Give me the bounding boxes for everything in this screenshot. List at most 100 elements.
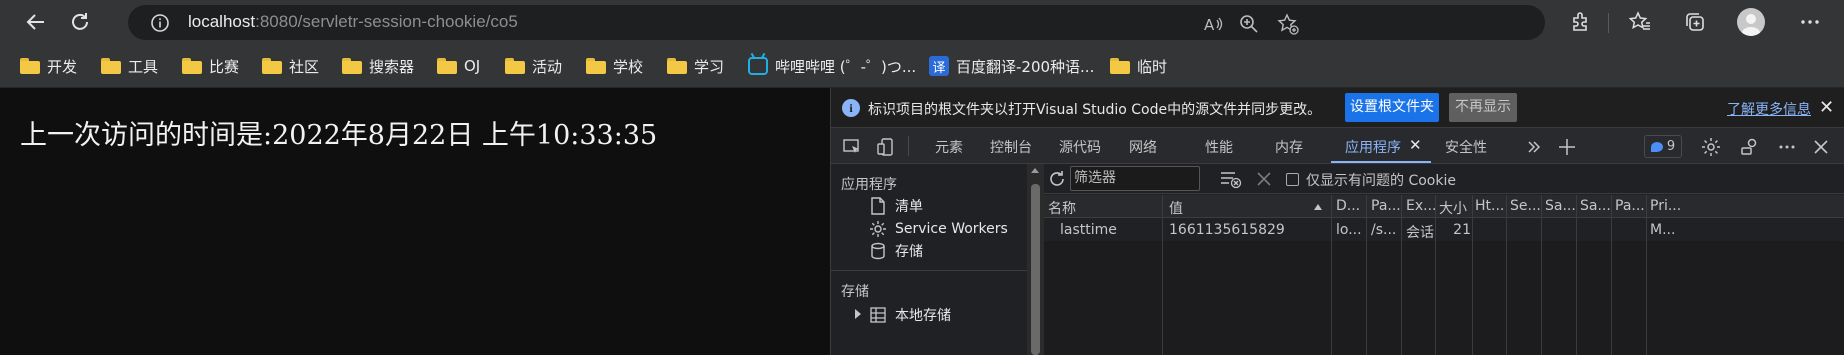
close-devtools-icon[interactable] bbox=[1810, 136, 1832, 158]
expand-arrow-icon[interactable] bbox=[855, 309, 861, 319]
sidebar-item-local-storage[interactable]: 本地存储 bbox=[869, 304, 951, 326]
column-divider[interactable] bbox=[1646, 195, 1647, 355]
bookmark-folder[interactable]: 比赛 bbox=[182, 54, 239, 78]
read-aloud-icon[interactable]: A bbox=[1202, 13, 1224, 35]
collections-icon[interactable] bbox=[1682, 9, 1708, 35]
column-divider[interactable] bbox=[1401, 195, 1402, 355]
column-header-sameparty[interactable]: Sa... bbox=[1580, 198, 1610, 214]
bookmark-folder[interactable]: 工具 bbox=[101, 54, 158, 78]
column-divider[interactable] bbox=[1472, 195, 1473, 355]
add-favorite-icon[interactable] bbox=[1277, 13, 1299, 35]
extensions-icon[interactable] bbox=[1568, 9, 1594, 35]
toolbar-divider bbox=[1608, 13, 1609, 33]
device-toolbar-icon[interactable] bbox=[875, 136, 897, 158]
bookmark-folder[interactable]: 临时 bbox=[1110, 54, 1167, 78]
folder-icon bbox=[586, 58, 606, 74]
column-divider[interactable] bbox=[1611, 195, 1612, 355]
back-icon[interactable] bbox=[23, 9, 49, 35]
column-divider[interactable] bbox=[1541, 195, 1542, 355]
tab-elements[interactable]: 元素 bbox=[935, 137, 963, 157]
cookie-path-cell: /s... bbox=[1371, 222, 1397, 238]
address-bar[interactable]: localhost:8080/servletr-session-chookie/… bbox=[128, 5, 1545, 40]
inspect-element-icon[interactable] bbox=[841, 136, 863, 158]
dont-show-again-button[interactable]: 不再显示 bbox=[1449, 93, 1517, 122]
bookmark-folder[interactable]: 学校 bbox=[586, 54, 643, 78]
column-divider[interactable] bbox=[1162, 195, 1163, 355]
favorites-icon[interactable] bbox=[1627, 9, 1653, 35]
tab-performance[interactable]: 性能 bbox=[1205, 137, 1233, 157]
tab-memory[interactable]: 内存 bbox=[1275, 137, 1303, 157]
bookmark-folder[interactable]: 开发 bbox=[20, 54, 77, 78]
set-root-folder-button[interactable]: 设置根文件夹 bbox=[1345, 93, 1439, 122]
tab-application[interactable]: 应用程序 bbox=[1345, 137, 1401, 157]
learn-more-link[interactable]: 了解更多信息 bbox=[1727, 99, 1811, 119]
refresh-icon[interactable] bbox=[67, 9, 93, 35]
column-divider[interactable] bbox=[1435, 195, 1436, 355]
column-header-expires[interactable]: Ex... bbox=[1406, 198, 1436, 214]
profile-avatar[interactable] bbox=[1737, 8, 1765, 36]
clear-all-cookies-icon[interactable] bbox=[1220, 168, 1242, 190]
column-header-httponly[interactable]: Ht... bbox=[1475, 198, 1505, 214]
cookie-expires-cell: 会话 bbox=[1406, 225, 1434, 241]
sidebar-item-storage[interactable]: 存储 bbox=[869, 240, 923, 262]
column-divider[interactable] bbox=[1331, 195, 1332, 355]
settings-gear-icon[interactable] bbox=[1700, 136, 1722, 158]
database-icon bbox=[869, 242, 887, 260]
tab-console[interactable]: 控制台 bbox=[990, 137, 1032, 157]
column-divider[interactable] bbox=[1576, 195, 1577, 355]
column-header-path[interactable]: Pa... bbox=[1371, 198, 1401, 214]
column-header-name[interactable]: 名称 bbox=[1048, 198, 1156, 218]
column-header-size[interactable]: 大小 bbox=[1439, 198, 1471, 218]
more-icon[interactable] bbox=[1797, 9, 1823, 35]
folder-icon bbox=[342, 58, 362, 74]
column-header-value[interactable]: 值 bbox=[1169, 198, 1309, 218]
cookie-size-cell: 21 bbox=[1453, 222, 1471, 238]
table-row[interactable]: lasttime 1661135615829 lo... /s... 会话 21… bbox=[1044, 219, 1844, 241]
column-header-secure[interactable]: Se... bbox=[1510, 198, 1540, 214]
scrollbar-thumb[interactable] bbox=[1031, 184, 1040, 355]
bookmark-link[interactable]: 哔哩哔哩 (゜-゜)つ... bbox=[748, 54, 916, 78]
devtools-more-icon[interactable] bbox=[1776, 136, 1798, 158]
folder-icon bbox=[101, 58, 121, 74]
sidebar-heading-application: 应用程序 bbox=[841, 177, 897, 193]
scroll-up-icon[interactable] bbox=[1031, 168, 1039, 173]
bookmark-folder[interactable]: OJ bbox=[437, 54, 480, 78]
tab-sources[interactable]: 源代码 bbox=[1059, 137, 1101, 157]
close-tab-icon[interactable]: ✕ bbox=[1409, 136, 1422, 154]
issues-badge[interactable]: 9 bbox=[1644, 135, 1682, 158]
url-text[interactable]: localhost:8080/servletr-session-chookie/… bbox=[188, 12, 518, 32]
column-header-samesite[interactable]: Sa... bbox=[1545, 198, 1575, 214]
bookmark-folder[interactable]: 活动 bbox=[505, 54, 562, 78]
only-issues-checkbox[interactable] bbox=[1286, 173, 1299, 186]
column-header-partition-key[interactable]: Pa... bbox=[1615, 198, 1645, 214]
sort-ascending-icon bbox=[1314, 204, 1322, 210]
bookmark-label: 临时 bbox=[1137, 57, 1168, 76]
bookmark-folder[interactable]: 搜索器 bbox=[342, 54, 414, 78]
bookmark-folder[interactable]: 学习 bbox=[667, 54, 724, 78]
more-tabs-icon[interactable] bbox=[1523, 136, 1545, 158]
url-path: :8080/servletr-session-chookie/co5 bbox=[255, 12, 518, 31]
refresh-cookies-icon[interactable] bbox=[1046, 168, 1068, 190]
site-info-icon[interactable] bbox=[150, 13, 170, 33]
zoom-icon[interactable] bbox=[1238, 13, 1260, 35]
bookmark-label: 学习 bbox=[694, 57, 725, 76]
cookie-filter-input[interactable]: 筛选器 bbox=[1070, 166, 1200, 191]
close-infobar-icon[interactable]: ✕ bbox=[1819, 97, 1834, 118]
connected-devices-icon[interactable] bbox=[1738, 136, 1760, 158]
last-visit-text: 上一次访问的时间是:2022年8月22日 上午10:33:35 bbox=[20, 120, 658, 151]
bookmark-folder[interactable]: 社区 bbox=[262, 54, 319, 78]
bookmark-label: 学校 bbox=[613, 57, 644, 76]
add-tab-icon[interactable] bbox=[1556, 136, 1578, 158]
sidebar-item-manifest[interactable]: 清单 bbox=[869, 195, 923, 217]
bookmark-link[interactable]: 译百度翻译-200种语... bbox=[929, 54, 1094, 78]
delete-selected-icon[interactable] bbox=[1253, 168, 1275, 190]
tab-security[interactable]: 安全性 bbox=[1445, 137, 1487, 157]
sidebar-item-service-workers[interactable]: Service Workers bbox=[869, 218, 1008, 240]
browser-toolbar: localhost:8080/servletr-session-chookie/… bbox=[0, 0, 1844, 44]
column-header-domain[interactable]: D... bbox=[1336, 198, 1366, 214]
tab-network[interactable]: 网络 bbox=[1129, 137, 1157, 157]
column-header-priority[interactable]: Pri... bbox=[1650, 198, 1690, 214]
column-divider[interactable] bbox=[1366, 195, 1367, 355]
sidebar-scrollbar[interactable] bbox=[1027, 164, 1044, 355]
column-divider[interactable] bbox=[1506, 195, 1507, 355]
